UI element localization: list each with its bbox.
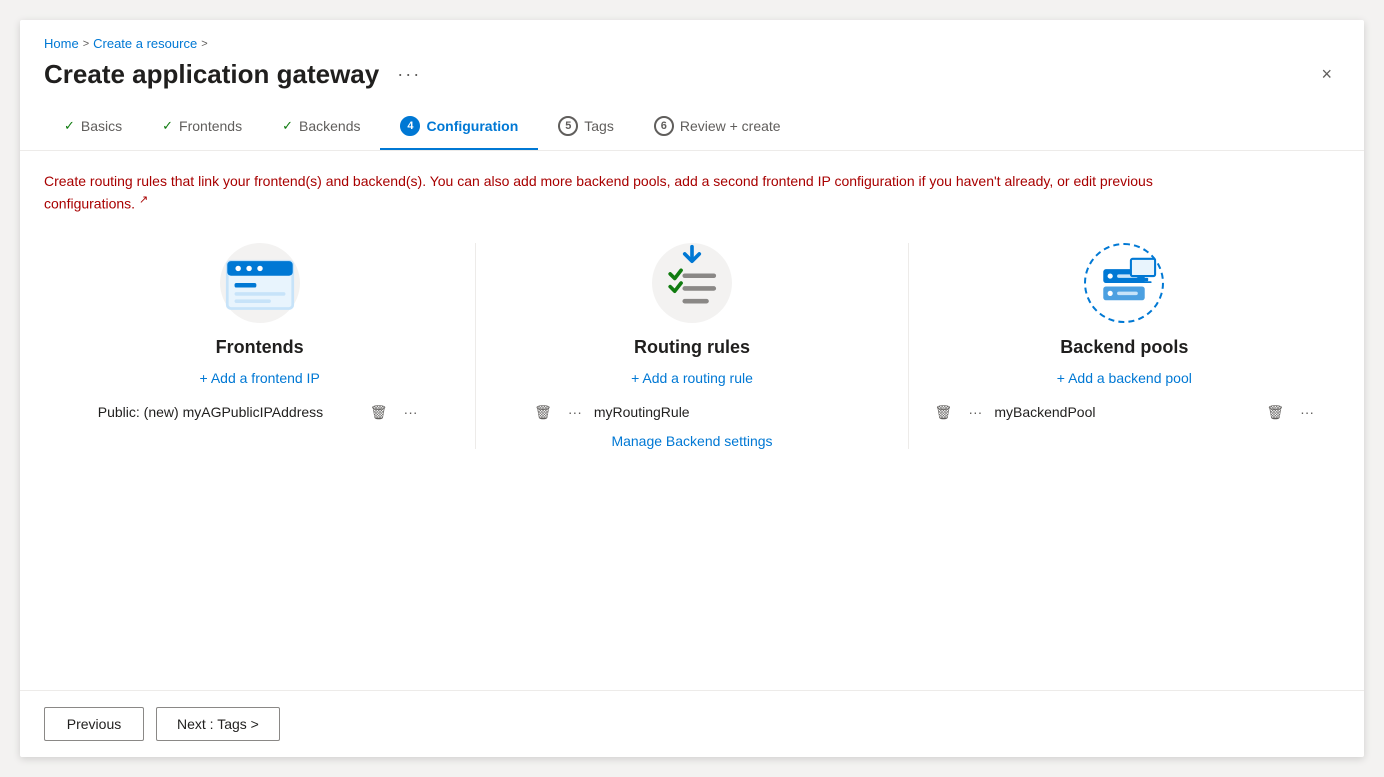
backend-item-row: 🗑 ··· myBackendPool 🗑 ···	[929, 402, 1320, 423]
backend-pools-column: Backend pools + Add a backend pool 🗑 ···…	[909, 243, 1340, 449]
frontends-title: Frontends	[216, 337, 304, 358]
routing-rules-column: Routing rules + Add a routing rule 🗑 ···…	[476, 243, 908, 449]
tab-number-tags: 5	[558, 116, 578, 136]
breadcrumb-home[interactable]: Home	[44, 36, 79, 51]
columns-row: Frontends + Add a frontend IP Public: (n…	[44, 243, 1340, 449]
tab-label-configuration: Configuration	[426, 118, 518, 134]
add-frontend-ip-link[interactable]: + Add a frontend IP	[200, 370, 320, 386]
previous-button[interactable]: Previous	[44, 707, 144, 741]
routing-item-row: 🗑 ··· myRoutingRule	[496, 402, 887, 423]
tab-backends[interactable]: ✓ Backends	[262, 104, 380, 148]
tab-number-configuration: 4	[400, 116, 420, 136]
frontends-column: Frontends + Add a frontend IP Public: (n…	[44, 243, 476, 449]
frontends-icon	[220, 243, 300, 323]
breadcrumb-create-resource[interactable]: Create a resource	[93, 36, 197, 51]
tab-label-frontends: Frontends	[179, 118, 242, 134]
tab-check-frontends: ✓	[162, 118, 173, 134]
panel-title-left: Create application gateway ···	[44, 59, 427, 90]
backend-delete-button[interactable]: 🗑	[931, 402, 957, 423]
close-button[interactable]: ×	[1313, 60, 1340, 89]
external-link-icon: ↗	[139, 194, 148, 206]
tab-label-review: Review + create	[680, 118, 781, 134]
create-application-gateway-panel: Home > Create a resource > Create applic…	[20, 20, 1364, 757]
tab-basics[interactable]: ✓ Basics	[44, 104, 142, 148]
backend-more-button[interactable]: ···	[964, 402, 986, 422]
tabs-row: ✓ Basics ✓ Frontends ✓ Backends 4 Config…	[20, 102, 1364, 151]
routing-icon	[652, 243, 732, 323]
routing-item-text: myRoutingRule	[594, 404, 854, 420]
backend-icon-circle	[1084, 243, 1164, 323]
tab-label-backends: Backends	[299, 118, 360, 134]
panel-title-row: Create application gateway ··· ×	[44, 59, 1340, 102]
tab-check-backends: ✓	[282, 118, 293, 134]
breadcrumb-sep2: >	[201, 38, 207, 50]
routing-more-button[interactable]: ···	[564, 402, 586, 422]
tab-label-tags: Tags	[584, 118, 614, 134]
tab-label-basics: Basics	[81, 118, 122, 134]
tab-tags[interactable]: 5 Tags	[538, 102, 634, 150]
backend-pools-title: Backend pools	[1060, 337, 1188, 358]
routing-icon-circle	[652, 243, 732, 323]
add-backend-pool-link[interactable]: + Add a backend pool	[1057, 370, 1192, 386]
ellipsis-button[interactable]: ···	[391, 60, 427, 89]
panel-content: Create routing rules that link your fron…	[20, 151, 1364, 690]
frontend-more-button[interactable]: ···	[400, 402, 422, 422]
panel-header: Home > Create a resource > Create applic…	[20, 20, 1364, 102]
tab-review-create[interactable]: 6 Review + create	[634, 102, 801, 150]
backend-icon	[1086, 245, 1162, 321]
routing-rules-title: Routing rules	[634, 337, 750, 358]
tab-configuration[interactable]: 4 Configuration	[380, 102, 538, 150]
backend-item-text: myBackendPool	[994, 404, 1254, 420]
frontend-item-text: Public: (new) myAGPublicIPAddress	[98, 404, 358, 420]
frontend-item-row: Public: (new) myAGPublicIPAddress 🗑 ···	[64, 402, 455, 423]
tab-check-basics: ✓	[64, 118, 75, 134]
frontends-icon-circle	[220, 243, 300, 323]
tab-frontends[interactable]: ✓ Frontends	[142, 104, 262, 148]
breadcrumb-sep1: >	[83, 38, 89, 50]
backend-item-delete-button[interactable]: 🗑	[1262, 402, 1288, 423]
frontend-delete-button[interactable]: 🗑	[366, 402, 392, 423]
next-button[interactable]: Next : Tags >	[156, 707, 280, 741]
add-routing-rule-link[interactable]: + Add a routing rule	[631, 370, 753, 386]
breadcrumb: Home > Create a resource >	[44, 36, 1340, 51]
panel-footer: Previous Next : Tags >	[20, 690, 1364, 757]
tab-number-review: 6	[654, 116, 674, 136]
backend-item-more-button[interactable]: ···	[1296, 402, 1318, 422]
page-title: Create application gateway	[44, 59, 379, 90]
info-text: Create routing rules that link your fron…	[44, 171, 1244, 215]
manage-backend-settings-link[interactable]: Manage Backend settings	[611, 433, 772, 449]
routing-delete-button[interactable]: 🗑	[530, 402, 556, 423]
